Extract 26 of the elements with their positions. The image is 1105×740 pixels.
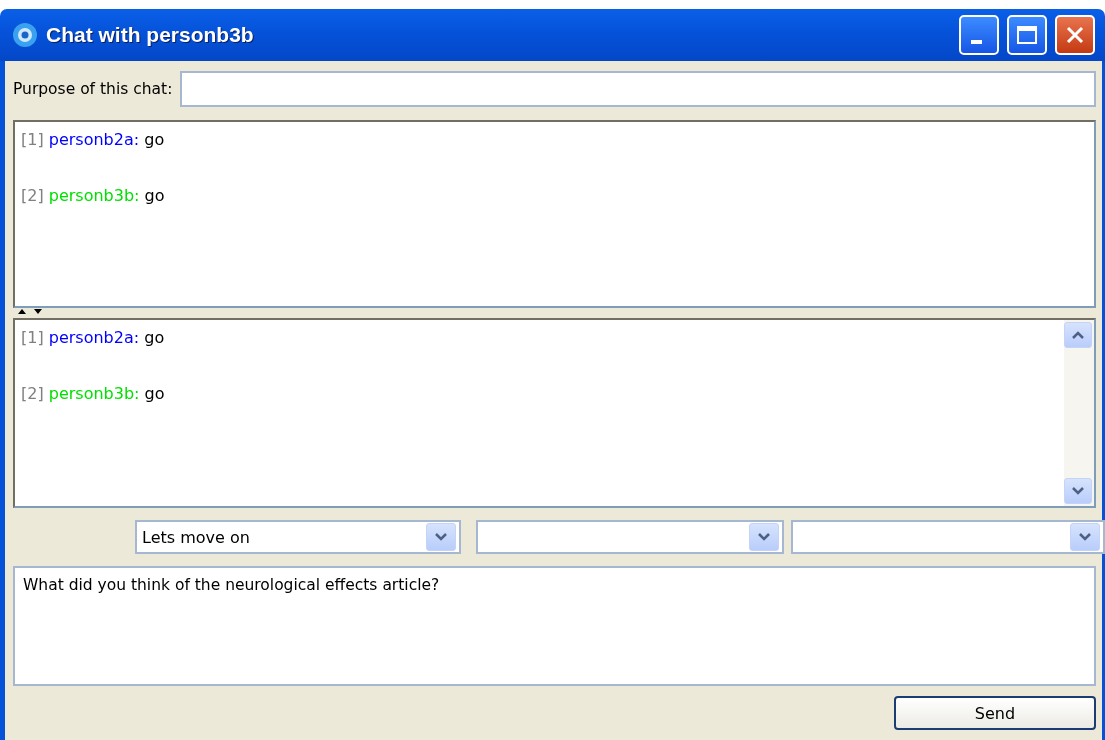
send-button[interactable]: Send [894, 696, 1096, 730]
scroll-down-button[interactable] [1064, 478, 1092, 504]
minimize-button[interactable] [959, 15, 999, 55]
chevron-down-icon [435, 533, 447, 541]
app-icon [12, 22, 38, 48]
dropdown[interactable]: Lets move on [135, 520, 461, 554]
chat-message: [1] personb2a: go [21, 328, 166, 349]
chevron-down-icon [758, 533, 770, 541]
chat-message: [2] personb3b: go [21, 384, 166, 405]
splitter-arrows-icon [17, 308, 45, 315]
window-title: Chat with personb3b [46, 23, 255, 47]
maximize-icon [1016, 25, 1038, 45]
chat-message: [2] personb3b: go [21, 186, 166, 207]
scroll-up-button[interactable] [1064, 322, 1092, 348]
minimize-icon [970, 40, 982, 44]
purpose-field[interactable] [180, 71, 1096, 107]
chevron-up-icon [1072, 331, 1084, 339]
close-button[interactable] [1055, 15, 1095, 55]
purpose-label: Purpose of this chat: [13, 80, 173, 98]
message-input[interactable]: What did you think of the neurological effects article? [13, 566, 1096, 686]
close-icon [1065, 25, 1085, 45]
maximize-button[interactable] [1007, 15, 1047, 55]
chevron-down-icon [1079, 533, 1091, 541]
chat-message: [1] personb2a: go [21, 130, 166, 151]
chevron-down-icon [1072, 487, 1084, 495]
scrollbar[interactable] [1064, 320, 1094, 506]
